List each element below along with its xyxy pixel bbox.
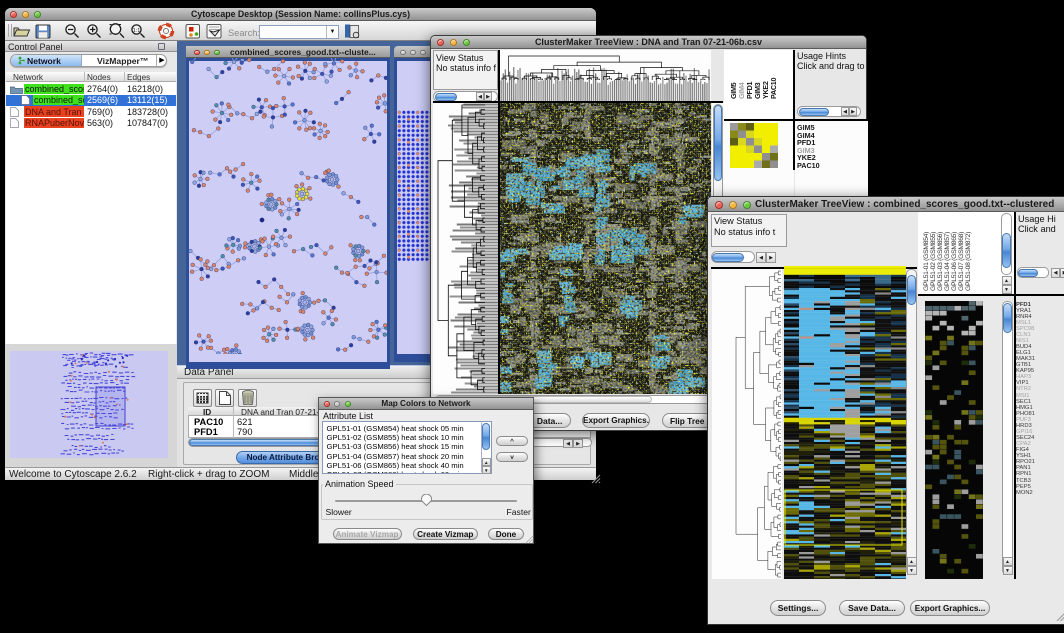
svg-text:1:1: 1:1: [133, 28, 141, 34]
